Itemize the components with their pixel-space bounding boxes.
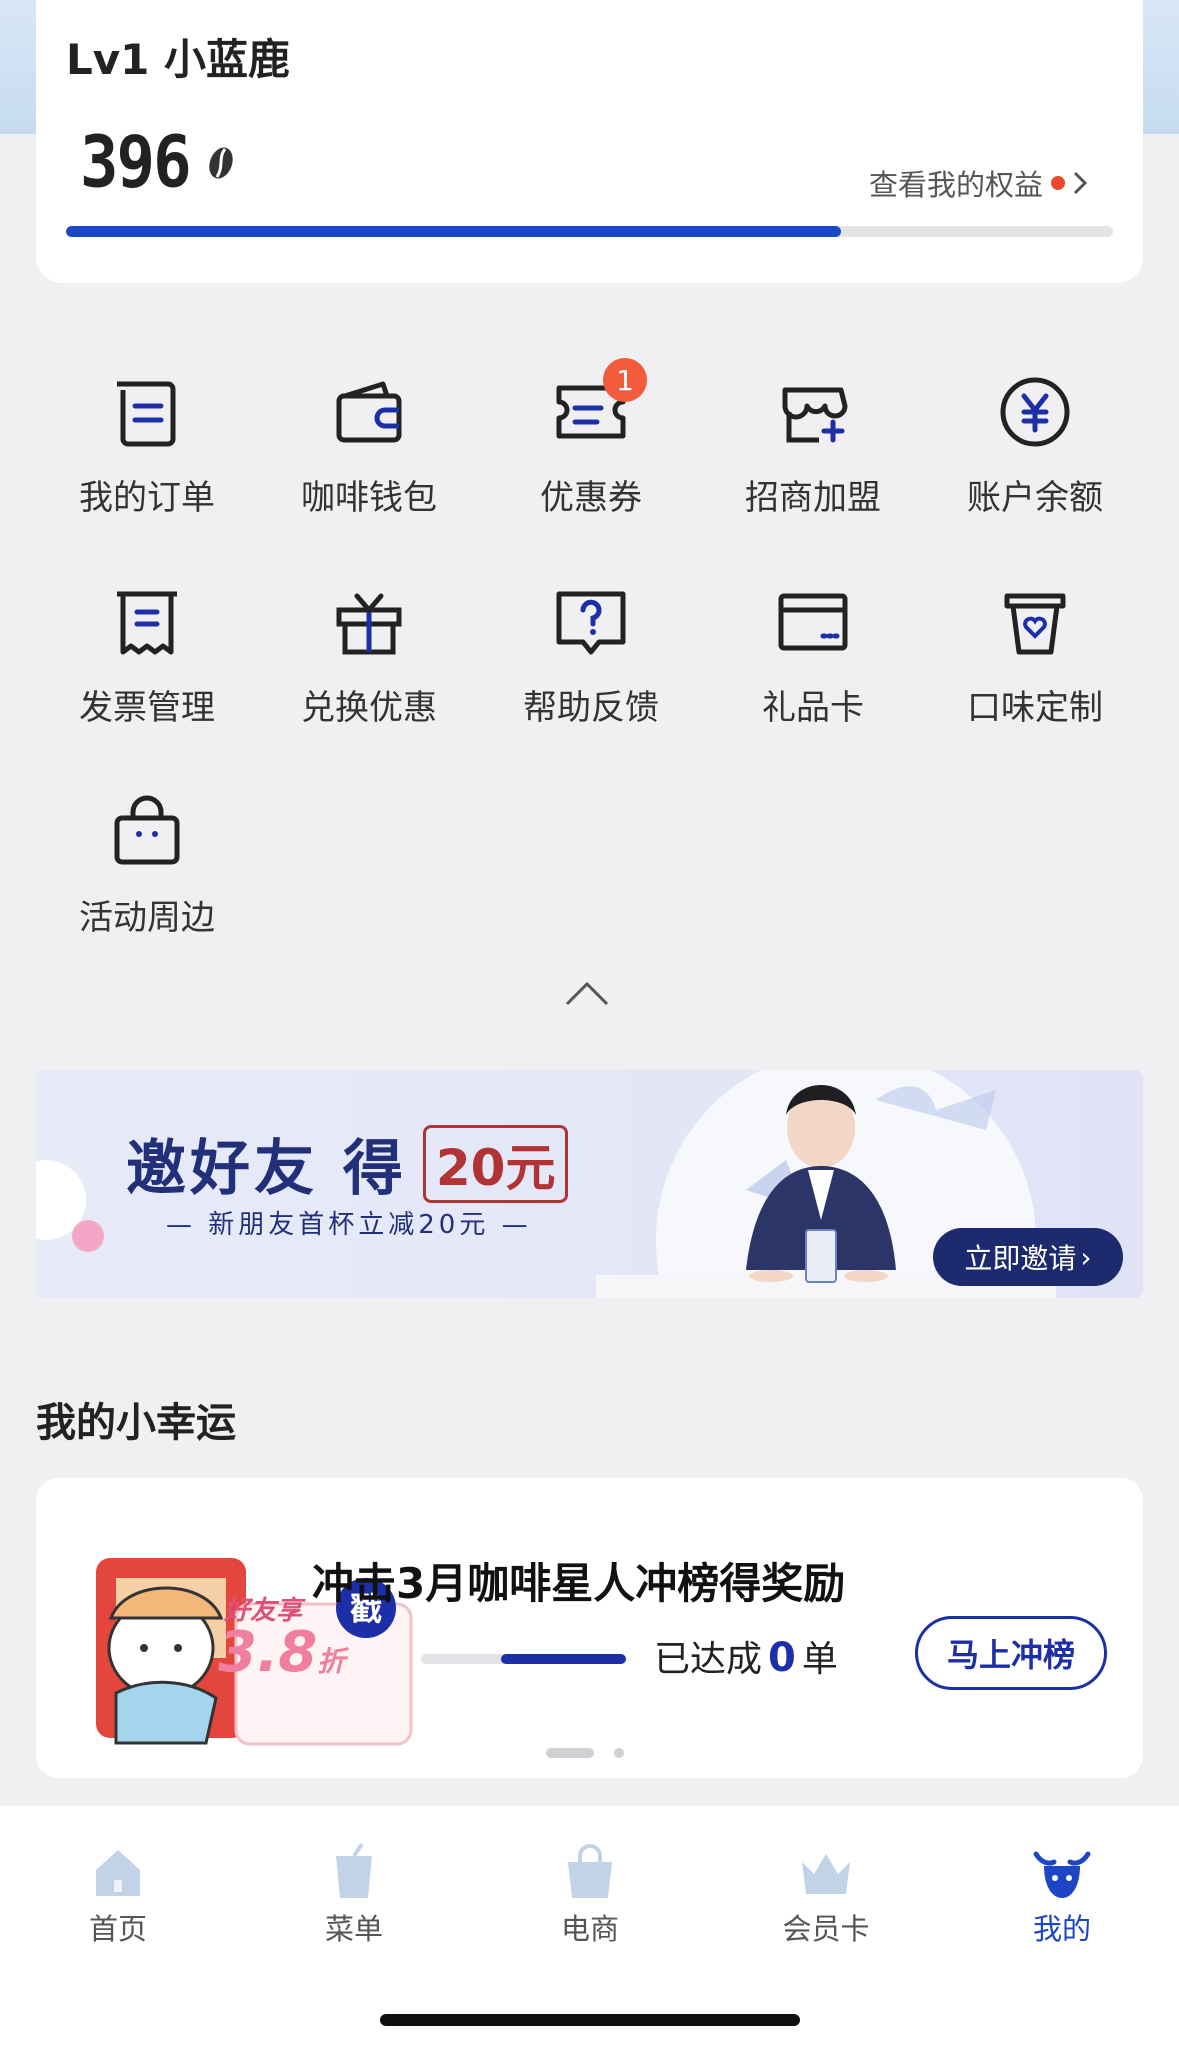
invite-now-label: 立即邀请 xyxy=(964,1242,1077,1275)
grid-label: 礼品卡 xyxy=(762,688,864,728)
banner-title: 邀好友 得 20元 xyxy=(126,1120,569,1207)
yen-icon xyxy=(1000,377,1070,447)
points-value: 396 xyxy=(80,121,192,205)
wallet-icon xyxy=(336,381,402,443)
level-progress-fill xyxy=(66,226,841,237)
tab-home[interactable]: 首页 xyxy=(0,1842,236,1948)
tab-member-card[interactable]: 会员卡 xyxy=(708,1842,944,1948)
points-row: 396 xyxy=(80,122,236,204)
cup-heart-icon xyxy=(1004,593,1066,655)
grid-item-orders[interactable]: 我的订单 xyxy=(36,370,258,550)
grid-item-gift-card[interactable]: 礼品卡 xyxy=(702,580,924,760)
promo-discount: 3.8折 xyxy=(218,1620,345,1685)
grid-item-help[interactable]: 帮助反馈 xyxy=(480,580,702,760)
tab-shop[interactable]: 电商 xyxy=(472,1842,708,1948)
help-icon xyxy=(556,591,626,655)
deer-icon xyxy=(1033,1851,1091,1898)
banner-subtitle: — 新朋友首杯立减20元 — xyxy=(166,1210,532,1240)
invoice-icon xyxy=(117,591,177,655)
lucky-status-prefix: 已达成 xyxy=(654,1639,763,1680)
grid-label: 咖啡钱包 xyxy=(301,478,437,518)
grid-label: 发票管理 xyxy=(79,688,215,728)
view-rights-label: 查看我的权益 xyxy=(868,168,1043,202)
lucky-campaign-card[interactable]: 好友享 3.8折 戳 冲击3月咖啡星人冲榜得奖励 已达成 0 单 马上冲榜 xyxy=(36,1478,1143,1778)
tab-label: 首页 xyxy=(88,1912,147,1946)
view-rights-link[interactable]: 查看我的权益 xyxy=(869,162,1089,204)
grid-label: 我的订单 xyxy=(79,478,215,518)
tab-label: 会员卡 xyxy=(782,1912,870,1946)
coffee-bean-icon xyxy=(208,147,233,179)
section-title-lucky: 我的小幸运 xyxy=(36,1400,236,1446)
card-icon xyxy=(778,593,848,651)
banner-title-text: 邀好友 得 xyxy=(126,1134,407,1204)
home-icon xyxy=(96,1850,140,1896)
promo-discount-value: 3.8 xyxy=(218,1620,318,1685)
level-progress-track xyxy=(66,226,1113,237)
invite-now-button[interactable]: 立即邀请 › xyxy=(933,1228,1123,1286)
gift-icon xyxy=(336,593,402,655)
grid-label: 口味定制 xyxy=(967,688,1103,728)
tab-mine[interactable]: 我的 xyxy=(944,1842,1179,1948)
grid-label: 优惠券 xyxy=(540,478,642,518)
pager-active-indicator xyxy=(546,1748,594,1758)
member-level-card: Lv1 小蓝鹿 396 查看我的权益 xyxy=(36,0,1143,283)
chevron-right-icon xyxy=(1073,171,1088,195)
grid-item-franchise[interactable]: 招商加盟 xyxy=(702,370,924,550)
level-name: Lv1 小蓝鹿 xyxy=(66,35,290,84)
lucky-count: 0 xyxy=(768,1635,796,1681)
grid-label: 账户余额 xyxy=(967,478,1103,518)
grid-item-merch[interactable]: 活动周边 xyxy=(36,790,258,970)
lucky-progress-fill xyxy=(501,1654,626,1664)
tab-label: 菜单 xyxy=(324,1912,383,1946)
banner-amount: 20元 xyxy=(422,1124,569,1203)
pager-dot[interactable] xyxy=(614,1748,624,1758)
shopping-bag-icon xyxy=(568,1844,612,1898)
tab-label: 电商 xyxy=(560,1912,619,1946)
grid-label: 招商加盟 xyxy=(745,478,881,518)
grid-item-coupons[interactable]: 1 优惠券 xyxy=(480,358,702,550)
bag-icon xyxy=(114,795,180,865)
crown-icon xyxy=(802,1854,850,1894)
invite-banner[interactable]: 邀好友 得 20元 — 新朋友首杯立减20元 — 立即邀请 › xyxy=(36,1070,1143,1298)
coupon-count-badge: 1 xyxy=(603,358,647,402)
home-indicator xyxy=(380,2014,800,2026)
grid-label: 兑换优惠 xyxy=(301,688,437,728)
rank-now-button[interactable]: 马上冲榜 xyxy=(915,1616,1107,1690)
grid-item-balance[interactable]: 账户余额 xyxy=(924,370,1146,550)
lucky-title: 冲击3月咖啡星人冲榜得奖励 xyxy=(312,1559,846,1608)
carousel-pager xyxy=(546,1748,624,1758)
store-plus-icon xyxy=(782,387,848,443)
lucky-status: 已达成 0 单 xyxy=(654,1630,838,1682)
lucky-status-suffix: 单 xyxy=(801,1639,838,1680)
bottom-tab-bar: 首页 菜单 电商 会员卡 我的 xyxy=(0,1806,1179,2054)
promo-discount-unit: 折 xyxy=(317,1645,346,1678)
notification-dot xyxy=(1051,176,1065,190)
cup-icon xyxy=(336,1842,372,1898)
collapse-chevron-up-icon[interactable] xyxy=(563,978,611,1008)
grid-label: 帮助反馈 xyxy=(523,688,659,728)
banner-decor-dot xyxy=(72,1220,104,1252)
grid-item-invoices[interactable]: 发票管理 xyxy=(36,580,258,760)
grid-item-taste[interactable]: 口味定制 xyxy=(924,580,1146,760)
grid-label: 活动周边 xyxy=(79,898,215,938)
grid-item-coffee-wallet[interactable]: 咖啡钱包 xyxy=(258,370,480,550)
tab-menu[interactable]: 菜单 xyxy=(236,1842,472,1948)
order-icon xyxy=(117,380,176,447)
tab-label: 我的 xyxy=(1032,1912,1091,1946)
grid-item-redeem[interactable]: 兑换优惠 xyxy=(258,580,480,760)
chevron-right-icon: › xyxy=(1080,1240,1092,1274)
